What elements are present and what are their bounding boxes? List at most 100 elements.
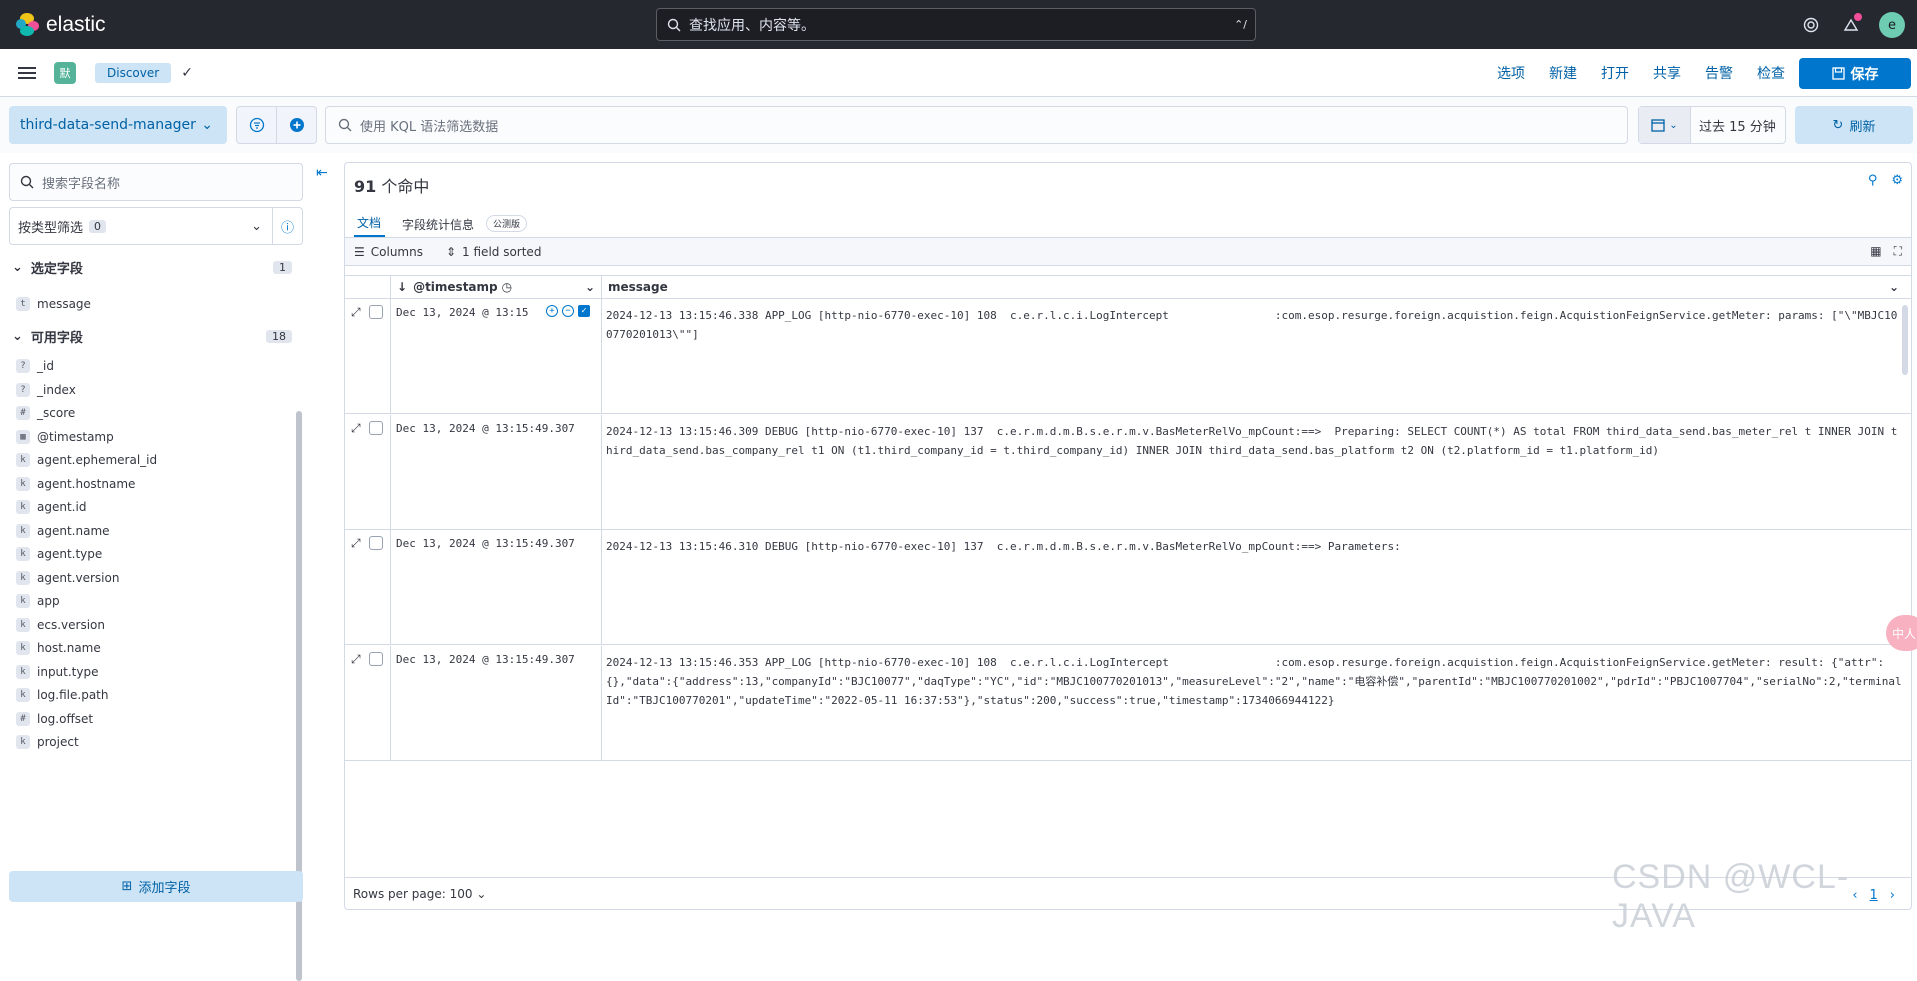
kql-query-input[interactable]: 使用 KQL 语法筛选数据 xyxy=(325,106,1628,144)
table-row[interactable]: ⤢ Dec 13, 2024 @ 13:15:49.307 2024-12-13 1… xyxy=(345,645,1911,761)
calendar-icon[interactable]: ⌄ xyxy=(1639,107,1691,143)
chevron-down-icon[interactable]: ⌄ xyxy=(585,280,595,294)
filter-out-icon[interactable]: − xyxy=(562,305,574,317)
field-item[interactable]: k agent.version xyxy=(16,568,119,588)
elastic-logo[interactable]: elastic xyxy=(16,12,106,37)
breadcrumb-discover[interactable]: Discover xyxy=(95,62,172,83)
density-icon[interactable]: ▦ xyxy=(1870,244,1881,259)
menu-options[interactable]: 选项 xyxy=(1497,63,1525,83)
field-item[interactable]: k input.type xyxy=(16,662,99,682)
field-item[interactable]: k agent.name xyxy=(16,521,110,541)
menu-share[interactable]: 共享 xyxy=(1653,63,1681,83)
rows-per-page-selector[interactable]: Rows per page: 100 ⌄ xyxy=(353,887,486,901)
type-filter-label: 按类型筛选 xyxy=(18,220,84,236)
time-picker[interactable]: ⌄ 过去 15 分钟 xyxy=(1638,106,1786,144)
hamburger-menu-icon[interactable] xyxy=(18,64,36,82)
grid-scrollbar[interactable] xyxy=(1902,305,1908,375)
column-header-timestamp[interactable]: ↓ @timestamp ◷ ⌄ xyxy=(391,276,602,298)
field-item[interactable]: k agent.id xyxy=(16,497,86,517)
field-item[interactable]: ? _id xyxy=(16,356,54,376)
type-filter-button[interactable]: 按类型筛选 0 ⌄ ⓘ xyxy=(9,207,303,245)
hit-count: 91 个命中 xyxy=(354,173,429,197)
field-item[interactable]: # _score xyxy=(16,403,75,423)
field-name: agent.ephemeral_id xyxy=(37,453,158,467)
menu-open[interactable]: 打开 xyxy=(1601,63,1629,83)
row-checkbox[interactable] xyxy=(368,305,383,319)
table-row[interactable]: ⤢ Dec 13, 2024 @ 13:15 + − ✓ 2024-12-13 13:15… xyxy=(345,299,1911,414)
global-search-input[interactable]: 查找应用、内容等。 ⌃/ xyxy=(656,8,1256,41)
field-item[interactable]: k log.file.path xyxy=(16,685,108,705)
add-field-button[interactable]: ⊞ 添加字段 xyxy=(9,871,303,902)
info-icon[interactable]: ⓘ xyxy=(272,208,302,244)
row-checkbox[interactable] xyxy=(368,651,383,666)
fullscreen-icon[interactable]: ⛶ xyxy=(1894,244,1902,259)
tab-field-statistics[interactable]: 字段统计信息 xyxy=(399,216,478,237)
keyword-type-icon: k xyxy=(16,523,30,538)
field-item-message[interactable]: t message xyxy=(16,294,91,314)
field-item[interactable]: ? _index xyxy=(16,380,76,400)
selected-fields-header[interactable]: ⌄ 选定字段 1 xyxy=(12,256,292,278)
field-item[interactable]: k agent.hostname xyxy=(16,474,135,494)
field-name: input.type xyxy=(37,664,99,679)
expand-icon[interactable]: ⤢ xyxy=(351,652,361,760)
row-checkbox[interactable] xyxy=(368,536,383,550)
gear-icon[interactable]: ⚙ xyxy=(1891,173,1903,188)
expand-icon[interactable]: ⤢ xyxy=(351,536,361,644)
field-name: @timestamp xyxy=(37,429,114,444)
save-button[interactable]: 保存 xyxy=(1799,58,1911,89)
row-controls: ⤢ xyxy=(345,414,391,529)
space-avatar[interactable]: 默 xyxy=(54,61,76,84)
field-search-input[interactable]: 搜索字段名称 xyxy=(9,163,303,201)
table-row[interactable]: ⤢ Dec 13, 2024 @ 13:15:49.307 2024-12-13 1… xyxy=(345,530,1911,645)
message-cell: 2024-12-13 13:15:46.310 DEBUG [http-nio-… xyxy=(606,540,1401,553)
save-icon xyxy=(1831,67,1845,80)
field-name: _index xyxy=(37,382,76,397)
field-name: agent.type xyxy=(37,547,103,561)
table-row[interactable]: ⤢ Dec 13, 2024 @ 13:15:49.307 2024-12-13 1… xyxy=(345,414,1911,530)
collapse-sidebar-icon[interactable]: ⇤ xyxy=(316,165,328,181)
filter-menu-icon[interactable] xyxy=(237,107,277,143)
column-header-message[interactable]: message ⌄ xyxy=(602,276,1911,298)
keyword-type-icon: k xyxy=(16,476,30,491)
search-icon xyxy=(338,118,352,132)
check-icon: ✓ xyxy=(181,64,193,81)
sorted-label: 1 field sorted xyxy=(462,244,542,259)
available-fields-header[interactable]: ⌄ 可用字段 18 xyxy=(12,325,292,347)
app-menu-bar: 默 Discover ✓ 选项 新建 打开 共享 告警 检查 保存 xyxy=(0,49,1917,97)
field-item[interactable]: k project xyxy=(16,732,79,752)
field-item[interactable]: k ecs.version xyxy=(16,615,105,635)
field-item[interactable]: k agent.ephemeral_id xyxy=(16,450,157,470)
field-item[interactable]: k host.name xyxy=(16,638,101,658)
add-filter-icon[interactable] xyxy=(277,107,316,143)
expand-icon[interactable]: ⤢ xyxy=(351,421,361,529)
chart-options-icon[interactable]: ⚲ xyxy=(1868,173,1878,188)
help-icon[interactable] xyxy=(1799,13,1823,37)
user-avatar[interactable]: e xyxy=(1879,12,1905,38)
filter-for-icon[interactable]: + xyxy=(546,305,558,317)
menu-new[interactable]: 新建 xyxy=(1549,63,1577,83)
columns-button[interactable]: ☰ Columns xyxy=(354,245,423,259)
field-name: _id xyxy=(37,359,54,373)
menu-inspect[interactable]: 检查 xyxy=(1757,63,1785,83)
chevron-down-icon[interactable]: ⌄ xyxy=(1889,280,1899,294)
field-item[interactable]: ▦ @timestamp xyxy=(16,427,114,447)
row-checkbox[interactable] xyxy=(368,420,383,435)
header-bar: elastic 查找应用、内容等。 ⌃/ e xyxy=(0,0,1917,49)
field-item[interactable]: k agent.type xyxy=(16,544,102,564)
refresh-button[interactable]: ↻ 刷新 xyxy=(1795,106,1913,144)
chevron-down-icon: ⌄ xyxy=(251,218,262,234)
floating-assistant-button[interactable]: 中人 xyxy=(1886,615,1917,651)
hit-count-number: 91 xyxy=(354,177,377,196)
menu-alerts[interactable]: 告警 xyxy=(1705,63,1733,83)
tab-documents[interactable]: 文档 xyxy=(354,214,386,237)
expand-icon[interactable]: ⤢ xyxy=(351,305,361,413)
field-item[interactable]: k app xyxy=(16,591,60,611)
search-shortcut: ⌃/ xyxy=(1234,18,1247,31)
news-feed-icon[interactable] xyxy=(1839,13,1863,37)
sort-button[interactable]: ⇕ 1 field sorted xyxy=(446,245,541,259)
popover-icon[interactable]: ✓ xyxy=(578,305,590,317)
field-item[interactable]: # log.offset xyxy=(16,709,93,729)
field-name: app xyxy=(37,594,60,608)
keyword-type-icon: k xyxy=(16,641,30,655)
data-view-picker[interactable]: third-data-send-manager ⌄ xyxy=(9,106,227,144)
